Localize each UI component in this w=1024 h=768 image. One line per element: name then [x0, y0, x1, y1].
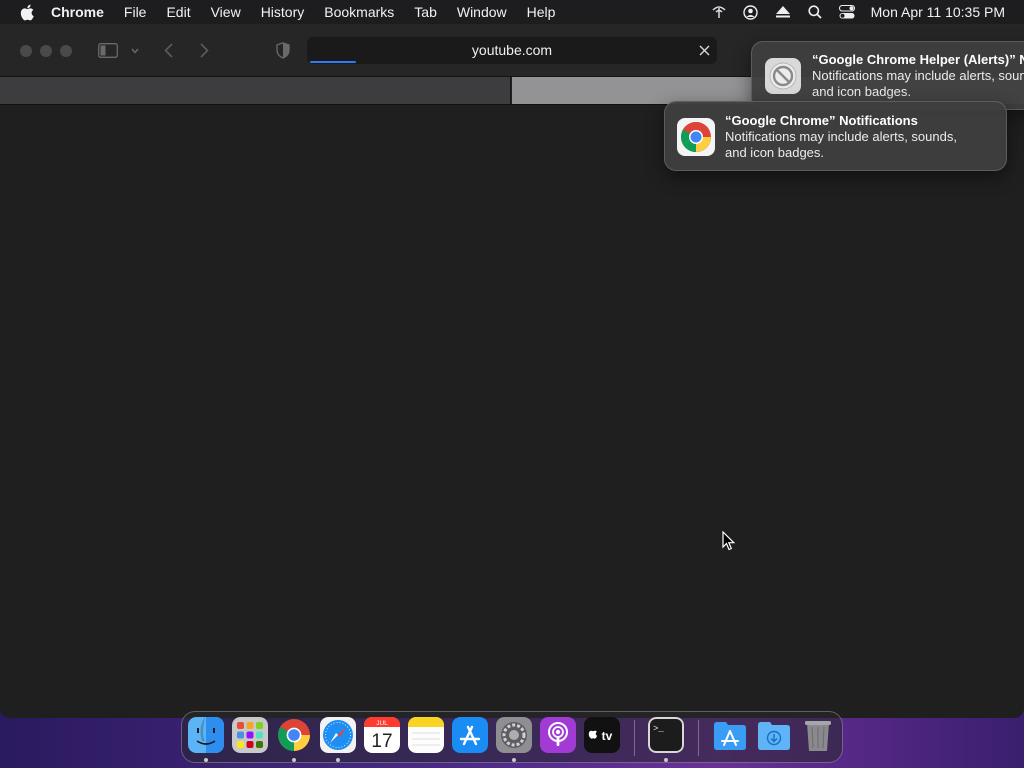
- menu-file[interactable]: File: [114, 0, 157, 24]
- apple-tv-icon[interactable]: tv: [584, 717, 620, 753]
- wifi-off-icon[interactable]: [708, 0, 730, 24]
- sidebar-icon[interactable]: [97, 42, 119, 59]
- running-indicator: [204, 758, 208, 762]
- trash-icon[interactable]: [800, 717, 836, 753]
- finder-icon[interactable]: [188, 717, 224, 753]
- address-bar[interactable]: youtube.com: [307, 37, 717, 64]
- tab-left[interactable]: [0, 77, 511, 104]
- search-icon[interactable]: [804, 0, 826, 24]
- blocked-app-icon: [764, 57, 802, 95]
- terminal-prompt: >_: [653, 724, 664, 734]
- dock-separator: [698, 720, 699, 756]
- notes-icon[interactable]: [408, 717, 444, 753]
- notification-body-line1: Notifications may include alerts, sounds…: [725, 129, 957, 144]
- menu-view[interactable]: View: [201, 0, 251, 24]
- menu-edit[interactable]: Edit: [156, 0, 200, 24]
- running-indicator: [664, 758, 668, 762]
- notification-body-line2: and icon badges.: [725, 145, 825, 160]
- notification-chrome[interactable]: “Google Chrome” Notifications Notificati…: [664, 101, 1007, 171]
- eject-icon[interactable]: [772, 0, 794, 24]
- notification-title: “Google Chrome Helper (Alerts)” N: [812, 52, 1024, 67]
- mouse-cursor-icon: [722, 530, 736, 556]
- calendar-icon[interactable]: JUL 17: [364, 717, 400, 753]
- menu-help[interactable]: Help: [517, 0, 566, 24]
- running-indicator: [292, 758, 296, 762]
- safari-icon[interactable]: [320, 717, 356, 753]
- notification-body-line2: and icon badges.: [812, 84, 912, 99]
- calendar-day: 17: [371, 731, 392, 752]
- privacy-shield-icon[interactable]: [274, 41, 292, 59]
- downloads-folder-icon[interactable]: [756, 717, 792, 753]
- close-icon[interactable]: [695, 41, 713, 59]
- chevron-down-icon[interactable]: [130, 46, 140, 56]
- apple-tv-label: tv: [602, 729, 613, 743]
- launchpad-icon[interactable]: [232, 717, 268, 753]
- loading-progress-bar: [310, 61, 356, 63]
- window-minimize-button[interactable]: [40, 45, 52, 57]
- calendar-month: JUL: [376, 720, 388, 727]
- terminal-icon[interactable]: >_: [648, 717, 684, 753]
- notification-helper-alerts[interactable]: “Google Chrome Helper (Alerts)” N Notifi…: [751, 41, 1024, 110]
- address-url[interactable]: youtube.com: [307, 37, 717, 64]
- chrome-icon: [677, 118, 715, 156]
- dock-separator: [634, 720, 635, 756]
- menu-clock[interactable]: Mon Apr 11 10:35 PM: [871, 4, 1005, 20]
- menu-bar: Chrome File Edit View History Bookmarks …: [0, 0, 1024, 24]
- apple-menu-icon[interactable]: [17, 0, 37, 24]
- menu-window[interactable]: Window: [447, 0, 517, 24]
- dock: JUL 17 tv >_: [181, 711, 843, 763]
- window-close-button[interactable]: [20, 45, 32, 57]
- menu-bookmarks[interactable]: Bookmarks: [314, 0, 404, 24]
- notification-title: “Google Chrome” Notifications: [725, 113, 918, 128]
- back-icon[interactable]: [160, 41, 176, 59]
- window-zoom-button[interactable]: [60, 45, 72, 57]
- page-content[interactable]: [0, 105, 1024, 718]
- running-indicator: [336, 758, 340, 762]
- applications-folder-icon[interactable]: [712, 717, 748, 753]
- menu-tab[interactable]: Tab: [404, 0, 447, 24]
- control-center-icon[interactable]: [836, 0, 858, 24]
- running-indicator: [512, 758, 516, 762]
- chrome-dock-icon[interactable]: [276, 717, 312, 753]
- podcasts-icon[interactable]: [540, 717, 576, 753]
- app-store-icon[interactable]: [452, 717, 488, 753]
- menu-history[interactable]: History: [251, 0, 315, 24]
- forward-icon[interactable]: [196, 41, 212, 59]
- status-area: Mon Apr 11 10:35 PM: [703, 0, 1024, 24]
- menu-app-name[interactable]: Chrome: [51, 0, 114, 24]
- user-account-icon[interactable]: [740, 0, 762, 24]
- notification-body-line1: Notifications may include alerts, soun: [812, 68, 1024, 83]
- system-preferences-icon[interactable]: [496, 717, 532, 753]
